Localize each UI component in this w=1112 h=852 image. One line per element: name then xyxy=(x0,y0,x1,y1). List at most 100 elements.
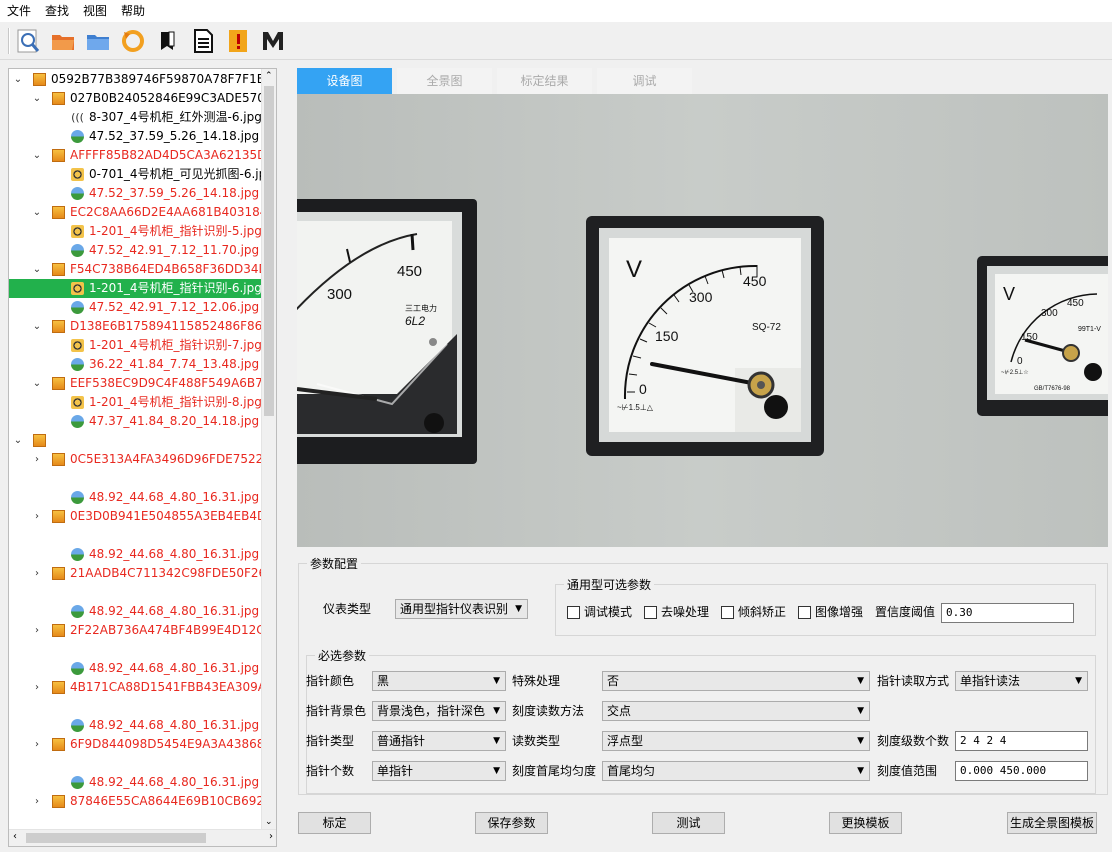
scroll-down-icon[interactable]: ⌄ xyxy=(265,817,273,827)
tree-file-item[interactable] xyxy=(9,697,261,716)
tree-folder-item[interactable]: ⌄ AFFFF85B82AD4D5CA3A62135DE xyxy=(9,146,261,165)
tree-file-item[interactable]: 1-201_4号机柜_指针识别-6.jpg xyxy=(9,279,261,298)
tree-file-item[interactable] xyxy=(9,583,261,602)
tree-file-item[interactable]: 47.52_37.59_5.26_14.18.jpg xyxy=(9,127,261,146)
tree-expander-icon[interactable]: ⌄ xyxy=(32,260,42,279)
scroll-left-icon[interactable]: ‹ xyxy=(13,831,17,842)
tree-expander-icon[interactable]: ⌄ xyxy=(13,70,23,89)
scroll-right-icon[interactable]: › xyxy=(269,831,273,842)
warning-icon[interactable] xyxy=(222,25,254,57)
tab-calibration-result[interactable]: 标定结果 xyxy=(497,68,592,94)
scale-range-input[interactable]: 0.000 450.000 xyxy=(955,761,1088,781)
scale-uniformity-select[interactable]: 首尾均匀 ▼ xyxy=(602,761,870,781)
tree-expander-icon[interactable]: › xyxy=(32,735,42,754)
tab-panorama[interactable]: 全景图 xyxy=(397,68,492,94)
tree-expander-icon[interactable]: › xyxy=(32,792,42,811)
denoise-checkbox[interactable] xyxy=(644,606,657,619)
tree-file-item[interactable]: 47.52_37.59_5.26_14.18.jpg xyxy=(9,184,261,203)
tree-expander-icon[interactable]: › xyxy=(32,450,42,469)
pointer-background-select[interactable]: 背景浅色，指针深色 ▼ xyxy=(372,701,506,721)
tree-file-item[interactable]: 48.92_44.68_4.80_16.31.jpg xyxy=(9,488,261,507)
tree-vertical-scrollbar[interactable]: ⌃ ⌄ xyxy=(261,69,276,829)
tree-folder-item[interactable]: ⌄ xyxy=(9,431,261,450)
tree-file-item[interactable] xyxy=(9,754,261,773)
tree-expander-icon[interactable]: › xyxy=(32,678,42,697)
tree-vertical-scroll-thumb[interactable] xyxy=(264,86,274,416)
tree-file-item[interactable]: (((8-307_4号机柜_红外测温-6.jpg xyxy=(9,108,261,127)
tree-expander-icon[interactable]: › xyxy=(32,564,42,583)
tree-horizontal-scroll-thumb[interactable] xyxy=(26,833,206,843)
tree-file-item[interactable]: 48.92_44.68_4.80_16.31.jpg xyxy=(9,602,261,621)
open-folder-icon[interactable] xyxy=(47,25,79,57)
tree-file-item[interactable]: 47.37_41.84_8.20_14.18.jpg xyxy=(9,412,261,431)
image-enhance-checkbox[interactable] xyxy=(798,606,811,619)
search-preview-icon[interactable] xyxy=(12,25,44,57)
menu-view[interactable]: 视图 xyxy=(76,0,114,22)
tree-folder-item[interactable]: › 4B171CA88D1541FBB43EA309A5 xyxy=(9,678,261,697)
scroll-up-icon[interactable]: ⌃ xyxy=(265,71,273,81)
pointer-type-select[interactable]: 普通指针 ▼ xyxy=(372,731,506,751)
tree-folder-item[interactable]: › 6F9D844098D5454E9A3A438687 xyxy=(9,735,261,754)
read-method-select[interactable]: 单指针读法 ▼ xyxy=(955,671,1088,691)
tree-folder-item[interactable]: › 21AADB4C711342C98FDE50F267 xyxy=(9,564,261,583)
tree-folder-item[interactable]: ⌄ EEF538EC9D9C4F488F549A6B72 xyxy=(9,374,261,393)
pointer-count-select[interactable]: 单指针 ▼ xyxy=(372,761,506,781)
tree-file-item[interactable]: 0-701_4号机柜_可见光抓图-6.jpg xyxy=(9,165,261,184)
scale-read-method-select[interactable]: 交点 ▼ xyxy=(602,701,870,721)
tree-file-item[interactable]: 1-201_4号机柜_指针识别-5.jpg xyxy=(9,222,261,241)
tree-file-item[interactable]: 48.92_44.68_4.80_16.31.jpg xyxy=(9,659,261,678)
tree-horizontal-scrollbar[interactable]: ‹ › xyxy=(9,829,276,846)
tree-expander-icon[interactable]: › xyxy=(32,507,42,526)
tree-folder-item[interactable]: ⌄ F54C738B64ED4B658F36DD34D xyxy=(9,260,261,279)
menu-help[interactable]: 帮助 xyxy=(114,0,152,22)
tree-folder-item[interactable]: › 2F22AB736A474BF4B99E4D12CA xyxy=(9,621,261,640)
tree-file-item[interactable] xyxy=(9,640,261,659)
replace-template-button[interactable]: 更换模板 xyxy=(829,812,902,834)
tree-file-item[interactable]: 47.52_42.91_7.12_12.06.jpg xyxy=(9,298,261,317)
save-params-button[interactable]: 保存参数 xyxy=(475,812,548,834)
tree-folder-item[interactable]: › 0E3D0B941E504855A3EB4EB4DF xyxy=(9,507,261,526)
tree-file-item[interactable]: 48.92_44.68_4.80_16.31.jpg xyxy=(9,773,261,792)
tree-file-item[interactable]: 1-201_4号机柜_指针识别-7.jpg xyxy=(9,336,261,355)
menu-find[interactable]: 查找 xyxy=(38,0,76,22)
generate-panorama-template-button[interactable]: 生成全景图模板 xyxy=(1007,812,1097,834)
tilt-correction-checkbox[interactable] xyxy=(721,606,734,619)
scale-levels-input[interactable]: 2 4 2 4 xyxy=(955,731,1088,751)
tree-expander-icon[interactable]: ⌄ xyxy=(32,317,42,336)
folder-icon[interactable] xyxy=(82,25,114,57)
read-type-select[interactable]: 浮点型 ▼ xyxy=(602,731,870,751)
meter-type-select[interactable]: 通用型指针仪表识别 ▼ xyxy=(395,599,528,619)
tree-folder-item[interactable]: ⌄ EC2C8AA66D2E4AA681B4031840 xyxy=(9,203,261,222)
tree-expander-icon[interactable]: ⌄ xyxy=(32,146,42,165)
calibrate-button[interactable]: 标定 xyxy=(298,812,371,834)
tree-file-item[interactable]: 1-201_4号机柜_指针识别-8.jpg xyxy=(9,393,261,412)
tree-expander-icon[interactable]: ⌄ xyxy=(32,203,42,222)
tab-debug[interactable]: 调试 xyxy=(597,68,692,94)
logo-m-icon[interactable] xyxy=(257,25,289,57)
debug-mode-checkbox[interactable] xyxy=(567,606,580,619)
tree-expander-icon[interactable]: ⌄ xyxy=(13,431,23,450)
tree-file-item[interactable]: 47.52_42.91_7.12_11.70.jpg xyxy=(9,241,261,260)
tree-folder-item[interactable]: ⌄ D138E6B175894115852486F861E xyxy=(9,317,261,336)
device-image-view[interactable]: 300 450 三工电力 6L2 V 0 150 300 450 SQ-72 ~… xyxy=(297,94,1108,547)
document-icon[interactable] xyxy=(187,25,219,57)
test-button[interactable]: 测试 xyxy=(652,812,725,834)
tree-file-item[interactable]: 36.22_41.84_7.74_13.48.jpg xyxy=(9,355,261,374)
tree-expander-icon[interactable]: ⌄ xyxy=(32,89,42,108)
pointer-color-select[interactable]: 黑 ▼ xyxy=(372,671,506,691)
file-tree[interactable]: ⌄ 0592B77B389746F59870A78F7F1E21 ⌄ 027B0B24… xyxy=(8,68,277,847)
tree-folder-item[interactable]: › 87846E55CA8644E69B10CB692C xyxy=(9,792,261,811)
tree-expander-icon[interactable]: › xyxy=(32,621,42,640)
menu-file[interactable]: 文件 xyxy=(0,0,38,22)
book-icon[interactable] xyxy=(152,25,184,57)
confidence-input[interactable]: 0.30 xyxy=(941,603,1074,623)
tree-file-item[interactable] xyxy=(9,526,261,545)
tree-file-item[interactable]: 48.92_44.68_4.80_16.31.jpg xyxy=(9,716,261,735)
special-processing-select[interactable]: 否 ▼ xyxy=(602,671,870,691)
tree-expander-icon[interactable]: ⌄ xyxy=(32,374,42,393)
tree-folder-item[interactable]: › 0C5E313A4FA3496D96FDE75228 xyxy=(9,450,261,469)
tree-file-item[interactable]: 48.92_44.68_4.80_16.31.jpg xyxy=(9,545,261,564)
tree-file-item[interactable] xyxy=(9,469,261,488)
tree-folder-item[interactable]: ⌄ 0592B77B389746F59870A78F7F1E21 xyxy=(9,70,261,89)
refresh-icon[interactable] xyxy=(117,25,149,57)
